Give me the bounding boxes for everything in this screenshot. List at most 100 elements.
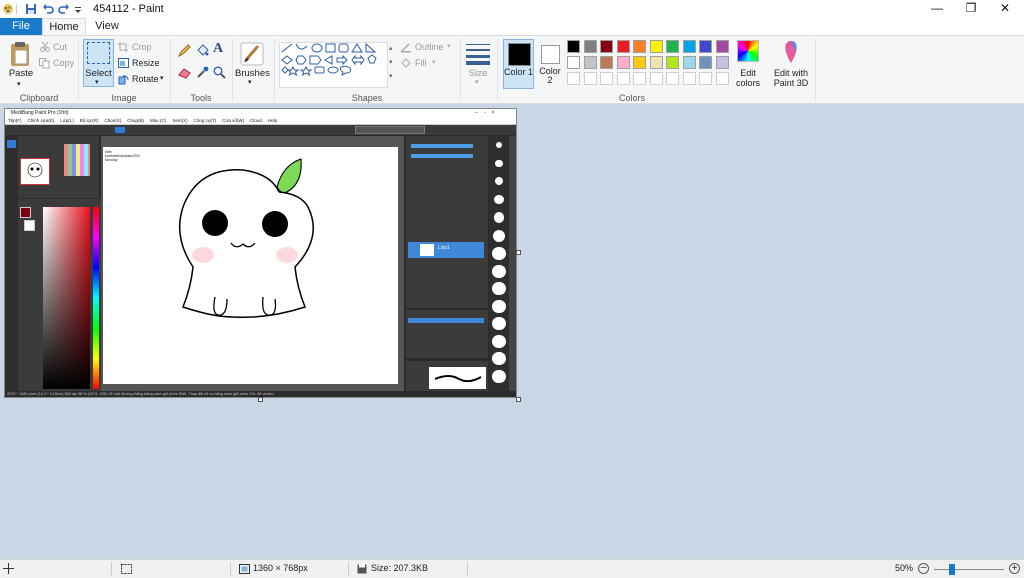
color2-button[interactable]: Color 2 — [537, 39, 563, 89]
custom-color-swatch[interactable] — [633, 72, 646, 85]
palette-swatch[interactable] — [682, 40, 696, 53]
paste-button[interactable]: Paste — [6, 68, 36, 79]
inner-color-panel — [18, 199, 101, 391]
tab-file[interactable]: File — [0, 18, 42, 35]
palette-swatch[interactable] — [715, 40, 729, 53]
custom-color-swatch[interactable] — [616, 72, 630, 85]
palette-swatch[interactable] — [583, 56, 597, 69]
brushes-button[interactable]: Brushes — [235, 68, 270, 79]
outline-icon — [400, 43, 411, 53]
inner-brush-size-panel — [406, 136, 488, 208]
canvas-text-line-3: Monday — [105, 158, 118, 162]
palette-swatch[interactable] — [616, 40, 630, 53]
zoom-in-button[interactable]: + — [1009, 563, 1020, 574]
palette-swatch[interactable] — [682, 56, 696, 69]
paste-dropdown-arrow[interactable]: ▾ — [17, 80, 21, 88]
shapes-scroll-up-arrow[interactable]: ▴ — [389, 44, 393, 52]
resize-button[interactable]: Resize — [132, 58, 160, 68]
outline-dropdown-arrow[interactable]: ▾ — [447, 42, 451, 50]
inner-menu: Tệp(F) Chỉnh sửa(E) Lớp(L) Bộ lọc(R) Chọn(S)… — [8, 117, 283, 124]
redo-icon[interactable] — [58, 3, 70, 15]
undo-icon[interactable] — [42, 3, 54, 15]
palette-swatch[interactable] — [666, 40, 679, 53]
custom-color-swatch[interactable] — [583, 72, 597, 85]
shapes-more-arrow[interactable]: ▾ — [389, 72, 393, 80]
copy-button[interactable]: Copy — [53, 58, 74, 68]
separator — [348, 562, 349, 576]
brushes-dropdown-arrow[interactable]: ▾ — [248, 78, 252, 86]
tab-home[interactable]: Home — [42, 18, 86, 35]
palette-swatch[interactable] — [583, 40, 597, 53]
image-dimensions: 1360 × 768px — [253, 563, 308, 573]
custom-color-swatch[interactable] — [567, 72, 580, 85]
color-picker-icon[interactable] — [196, 66, 209, 79]
palette-swatch[interactable] — [567, 56, 580, 69]
file-size: Size: 207.3KB — [371, 563, 429, 573]
inner-brush-size-dot — [492, 334, 506, 348]
customize-toolbar-icon[interactable] — [74, 3, 82, 15]
magnifier-icon[interactable] — [213, 66, 226, 79]
palette-swatch[interactable] — [715, 56, 729, 69]
brushes-icon[interactable] — [240, 40, 264, 66]
palette-swatch[interactable] — [699, 56, 712, 69]
shapes-scroll-down-arrow[interactable]: ▾ — [389, 58, 393, 66]
zoom-slider-track[interactable] — [934, 569, 1004, 570]
custom-color-swatch[interactable] — [600, 72, 613, 85]
text-tool-icon[interactable]: A — [213, 41, 223, 57]
palette-swatch[interactable] — [666, 56, 679, 69]
rotate-button[interactable]: Rotate — [132, 74, 159, 84]
palette-swatch[interactable] — [600, 56, 613, 69]
fill-bucket-icon[interactable] — [196, 44, 209, 57]
palette-swatch[interactable] — [699, 40, 712, 53]
zoom-slider-thumb[interactable] — [949, 564, 955, 575]
custom-color-swatch[interactable] — [682, 72, 696, 85]
custom-color-swatch[interactable] — [715, 72, 729, 85]
custom-color-swatch[interactable] — [649, 72, 663, 85]
palette-swatch[interactable] — [567, 40, 580, 53]
tab-view[interactable]: View — [90, 18, 124, 35]
edit-colors-icon[interactable] — [737, 40, 759, 62]
size-dropdown-arrow[interactable]: ▾ — [475, 78, 479, 86]
custom-color-swatch[interactable] — [699, 72, 712, 85]
select-button[interactable]: Select ▾ — [83, 39, 114, 87]
crop-button[interactable]: Crop — [132, 42, 152, 52]
palette-swatch[interactable] — [633, 56, 646, 69]
size-icon[interactable] — [466, 42, 490, 65]
pencil-icon[interactable] — [178, 44, 191, 57]
inner-toolbar-button — [355, 126, 425, 134]
paste-icon[interactable] — [9, 41, 31, 67]
save-icon[interactable] — [25, 3, 37, 15]
fill-dropdown-arrow[interactable]: ▾ — [432, 58, 436, 66]
edit-with-paint3d-button[interactable]: Edit with Paint 3D — [769, 68, 813, 88]
eraser-icon[interactable] — [178, 67, 191, 79]
shapes-gallery[interactable] — [279, 42, 388, 88]
resize-handle-right[interactable] — [516, 250, 521, 255]
shapes-icons[interactable] — [280, 42, 387, 87]
zoom-out-button[interactable]: – — [918, 563, 929, 574]
color1-label: Color 1 — [504, 67, 534, 77]
resize-handle-bottom[interactable] — [258, 397, 263, 402]
cut-button[interactable]: Cut — [53, 42, 67, 52]
palette-swatch[interactable] — [633, 40, 646, 53]
custom-color-swatch[interactable] — [666, 72, 679, 85]
paint3d-icon[interactable] — [780, 39, 802, 65]
inner-menu-item: Xem(X) — [172, 118, 188, 123]
rotate-dropdown-arrow[interactable]: ▾ — [160, 74, 164, 82]
copy-icon — [39, 58, 50, 69]
close-button[interactable]: ✕ — [988, 0, 1022, 18]
palette-swatch[interactable] — [600, 40, 613, 53]
minimize-button[interactable]: — — [920, 0, 954, 18]
restore-button[interactable]: ❐ — [954, 0, 988, 18]
edit-colors-button[interactable]: Edit colors — [728, 68, 768, 88]
palette-swatch[interactable] — [649, 56, 663, 69]
palette-swatch[interactable] — [649, 40, 663, 53]
inner-menu-item: Lớp(L) — [60, 118, 74, 123]
color1-button[interactable]: Color 1 — [503, 39, 534, 89]
inner-menu-item: Chỉnh sửa(E) — [27, 118, 55, 123]
fill-button[interactable]: Fill — [415, 58, 427, 68]
canvas-image[interactable]: MediBang Paint Pro (1fnt) –▫× Tệp(F) Chỉn… — [4, 108, 517, 398]
palette-swatch[interactable] — [616, 56, 630, 69]
resize-handle-corner[interactable] — [516, 397, 521, 402]
separator — [467, 562, 468, 576]
outline-button[interactable]: Outline — [415, 42, 444, 52]
